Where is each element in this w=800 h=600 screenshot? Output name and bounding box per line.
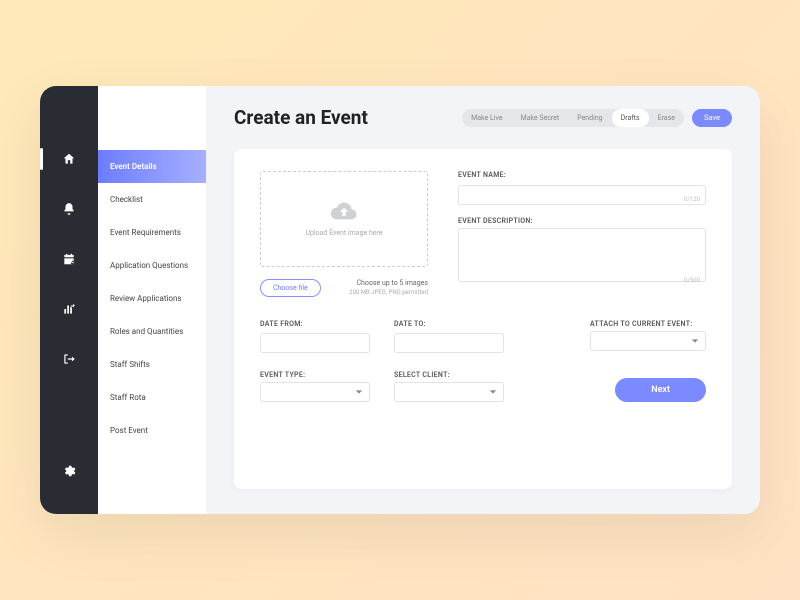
tab-erase[interactable]: Erase xyxy=(649,109,684,127)
nav-logout[interactable] xyxy=(40,334,98,384)
event-type-label: EVENT TYPE: xyxy=(260,371,370,379)
event-type-select[interactable] xyxy=(260,382,370,402)
subnav-review-applications[interactable]: Review Applications xyxy=(98,282,206,315)
date-from-label: DATE FROM: xyxy=(260,320,370,328)
attach-select[interactable] xyxy=(590,331,706,351)
status-pill-group: Make Live Make Secret Pending Drafts Era… xyxy=(462,109,684,127)
next-button[interactable]: Next xyxy=(615,378,706,402)
event-type-col: EVENT TYPE: xyxy=(260,371,370,402)
nav-analytics[interactable] xyxy=(40,284,98,334)
subnav-staff-rota[interactable]: Staff Rota xyxy=(98,381,206,414)
event-name-label: EVENT NAME: xyxy=(458,171,706,179)
subnav-roles-quantities[interactable]: Roles and Quantities xyxy=(98,315,206,348)
bell-icon xyxy=(62,202,76,216)
chevron-down-icon xyxy=(489,388,497,396)
app-window: Event Details Checklist Event Requiremen… xyxy=(40,86,760,514)
nav-home[interactable] xyxy=(40,134,98,184)
event-desc-label: EVENT DESCRIPTION: xyxy=(458,217,706,225)
date-to-label: DATE TO: xyxy=(394,320,504,328)
upload-placeholder-text: Upload Event image here xyxy=(305,229,382,237)
subnav-checklist[interactable]: Checklist xyxy=(98,183,206,216)
cloud-upload-icon xyxy=(330,201,358,221)
nav-settings[interactable] xyxy=(40,446,98,496)
header-row: Create an Event Make Live Make Secret Pe… xyxy=(234,106,732,129)
form-card: Upload Event image here Choose file Choo… xyxy=(234,149,732,489)
tab-make-live[interactable]: Make Live xyxy=(462,109,511,127)
save-button[interactable]: Save xyxy=(692,109,732,127)
gear-icon xyxy=(62,464,76,478)
action-bar: Make Live Make Secret Pending Drafts Era… xyxy=(462,109,732,127)
upload-hint: Choose up to 5 images 200 MB JPEG, PNG p… xyxy=(349,279,428,296)
content-area: Create an Event Make Live Make Secret Pe… xyxy=(206,86,760,514)
select-client-label: SELECT CLIENT: xyxy=(394,371,504,379)
select-client-select[interactable] xyxy=(394,382,504,402)
home-icon xyxy=(62,152,76,166)
upload-dropzone[interactable]: Upload Event image here xyxy=(260,171,428,267)
date-from-input[interactable] xyxy=(260,333,370,353)
page-title: Create an Event xyxy=(234,106,368,129)
subnav-staff-shifts[interactable]: Staff Shifts xyxy=(98,348,206,381)
iconbar xyxy=(40,86,98,514)
nav-calendar[interactable] xyxy=(40,234,98,284)
chevron-down-icon xyxy=(691,337,699,345)
bar-chart-icon xyxy=(62,302,76,316)
subnav: Event Details Checklist Event Requiremen… xyxy=(98,86,206,514)
nav-notifications[interactable] xyxy=(40,184,98,234)
subnav-event-details[interactable]: Event Details xyxy=(98,150,206,183)
upload-column: Upload Event image here Choose file Choo… xyxy=(260,171,428,298)
calendar-icon xyxy=(62,252,76,266)
logout-icon xyxy=(62,352,76,366)
tab-make-secret[interactable]: Make Secret xyxy=(512,109,569,127)
attach-label: ATTACH TO CURRENT EVENT: xyxy=(590,320,706,328)
date-from-col: DATE FROM: xyxy=(260,320,370,354)
subnav-post-event[interactable]: Post Event xyxy=(98,414,206,447)
subnav-application-questions[interactable]: Application Questions xyxy=(98,249,206,282)
subnav-event-requirements[interactable]: Event Requirements xyxy=(98,216,206,249)
tab-drafts[interactable]: Drafts xyxy=(612,109,649,127)
event-desc-input[interactable] xyxy=(458,228,706,282)
event-name-input[interactable] xyxy=(458,185,706,205)
date-to-col: DATE TO: xyxy=(394,320,504,354)
fields-column: EVENT NAME: 0/120 EVENT DESCRIPTION: 0/5… xyxy=(458,171,706,298)
event-desc-counter: 0/500 xyxy=(684,277,700,284)
chevron-down-icon xyxy=(355,388,363,396)
tab-pending[interactable]: Pending xyxy=(568,109,611,127)
upload-hint-text: Choose up to 5 images xyxy=(356,279,428,287)
upload-hint-sub: 200 MB JPEG, PNG permitted xyxy=(349,289,428,296)
select-client-col: SELECT CLIENT: xyxy=(394,371,504,402)
attach-col: ATTACH TO CURRENT EVENT: xyxy=(590,320,706,354)
choose-file-button[interactable]: Choose file xyxy=(260,279,321,297)
date-to-input[interactable] xyxy=(394,333,504,353)
event-name-counter: 0/120 xyxy=(684,196,700,203)
